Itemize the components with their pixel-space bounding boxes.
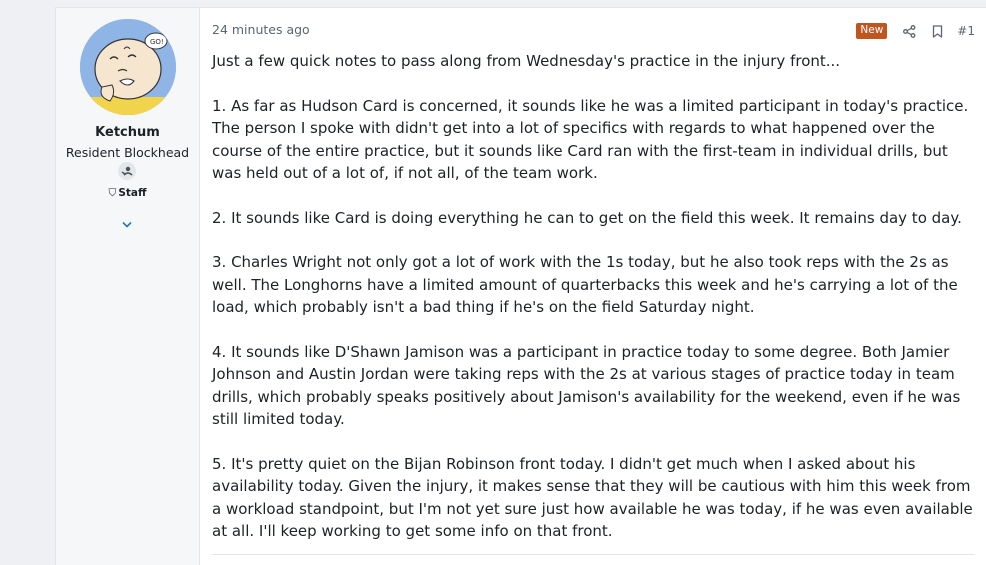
post-footer-divider <box>212 554 975 555</box>
user-info-panel: GO! Ketchum Resident Blockhead ⛉ Staff <box>56 8 200 565</box>
forum-post: GO! Ketchum Resident Blockhead ⛉ Staff 24… <box>55 7 986 565</box>
post-paragraph: 5. It's pretty quiet on the Bijan Robins… <box>212 454 973 541</box>
chevron-down-icon <box>122 221 132 228</box>
post-main: 24 minutes ago New #1 Just a few quick n… <box>212 8 975 565</box>
share-icon <box>902 24 916 38</box>
avatar[interactable]: GO! <box>80 19 176 115</box>
share-button[interactable] <box>901 23 917 39</box>
staff-label: Staff <box>118 187 147 199</box>
shield-icon: ⛉ <box>108 187 117 199</box>
role-icon[interactable] <box>118 162 136 180</box>
staff-badge: ⛉ Staff <box>56 187 199 200</box>
bookmark-icon <box>932 24 942 38</box>
post-timestamp[interactable]: 24 minutes ago <box>212 22 310 37</box>
post-actions: New #1 <box>856 22 975 40</box>
post-paragraph: Just a few quick notes to pass along fro… <box>212 52 841 70</box>
post-content: Just a few quick notes to pass along fro… <box>212 50 975 565</box>
post-paragraph: 2. It sounds like Card is doing everythi… <box>212 208 962 227</box>
svg-text:GO!: GO! <box>150 38 164 46</box>
post-paragraph: 3. Charles Wright not only got a lot of … <box>212 253 958 316</box>
username[interactable]: Ketchum <box>56 125 199 140</box>
user-title: Resident Blockhead <box>65 145 190 160</box>
expand-user-info-button[interactable] <box>119 216 135 232</box>
post-number-link[interactable]: #1 <box>957 24 975 38</box>
post-paragraph: 1. As far as Hudson Card is concerned, i… <box>212 96 969 183</box>
new-badge: New <box>856 23 888 39</box>
avatar-image: GO! <box>80 19 176 115</box>
post-paragraph: 4. It sounds like D'Shawn Jamison was a … <box>212 342 961 429</box>
bookmark-button[interactable] <box>929 23 945 39</box>
